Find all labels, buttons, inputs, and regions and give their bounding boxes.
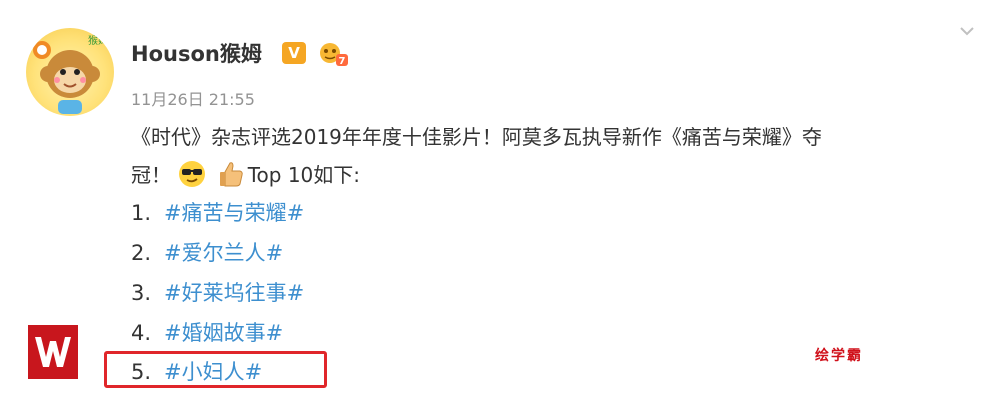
post-text-line1: 《时代》杂志评选2019年年度十佳影片！阿莫多瓦执导新作《痛苦与荣耀》夺 xyxy=(131,125,822,149)
author-name[interactable]: Houson猴姆 xyxy=(131,38,262,68)
rank-number: 2. xyxy=(131,241,152,265)
post-text-line2-prefix: 冠！ xyxy=(131,163,171,187)
hashtag-link[interactable]: #爱尔兰人# xyxy=(164,241,283,265)
hashtag-link[interactable]: #好莱坞往事# xyxy=(164,281,304,305)
highlight-box xyxy=(104,351,327,388)
rank-number: 1. xyxy=(131,201,152,225)
w-logo-icon xyxy=(28,325,78,379)
post-content: 《时代》杂志评选2019年年度十佳影片！阿莫多瓦执导新作《痛苦与荣耀》夺 冠！ … xyxy=(131,118,976,194)
rank-row-2: 2. #爱尔兰人# xyxy=(131,238,283,268)
author-avatar[interactable]: 猴姆 xyxy=(26,28,114,116)
cool-sunglasses-emoji xyxy=(179,161,206,187)
rank-row-3: 3. #好莱坞往事# xyxy=(131,278,304,308)
post-timestamp[interactable]: 11月26日 21:55 xyxy=(131,86,255,110)
post-text-line2: 冠！ Top 10如下: xyxy=(131,156,976,194)
thumbs-up-emoji xyxy=(219,162,243,187)
level-badge-label: 7 xyxy=(339,56,346,67)
hashtag-link[interactable]: #痛苦与荣耀# xyxy=(164,201,304,225)
rank-number: 3. xyxy=(131,281,152,305)
svg-text:猴姆: 猴姆 xyxy=(88,34,108,47)
chevron-down-icon[interactable] xyxy=(952,18,982,44)
post-text-line2-suffix: Top 10如下: xyxy=(247,163,361,187)
verified-badge-icon: V xyxy=(282,42,306,64)
rank-number: 4. xyxy=(131,321,152,345)
rank-row-4: 4. #婚姻故事# xyxy=(131,318,283,348)
hashtag-link[interactable]: #婚姻故事# xyxy=(164,321,283,345)
level-badge-icon: 7 xyxy=(320,43,348,67)
rank-row-1: 1. #痛苦与荣耀# xyxy=(131,198,304,228)
watermark-text: 绘学霸 xyxy=(815,348,863,364)
monkey-avatar-icon: 猴姆 xyxy=(33,34,108,114)
